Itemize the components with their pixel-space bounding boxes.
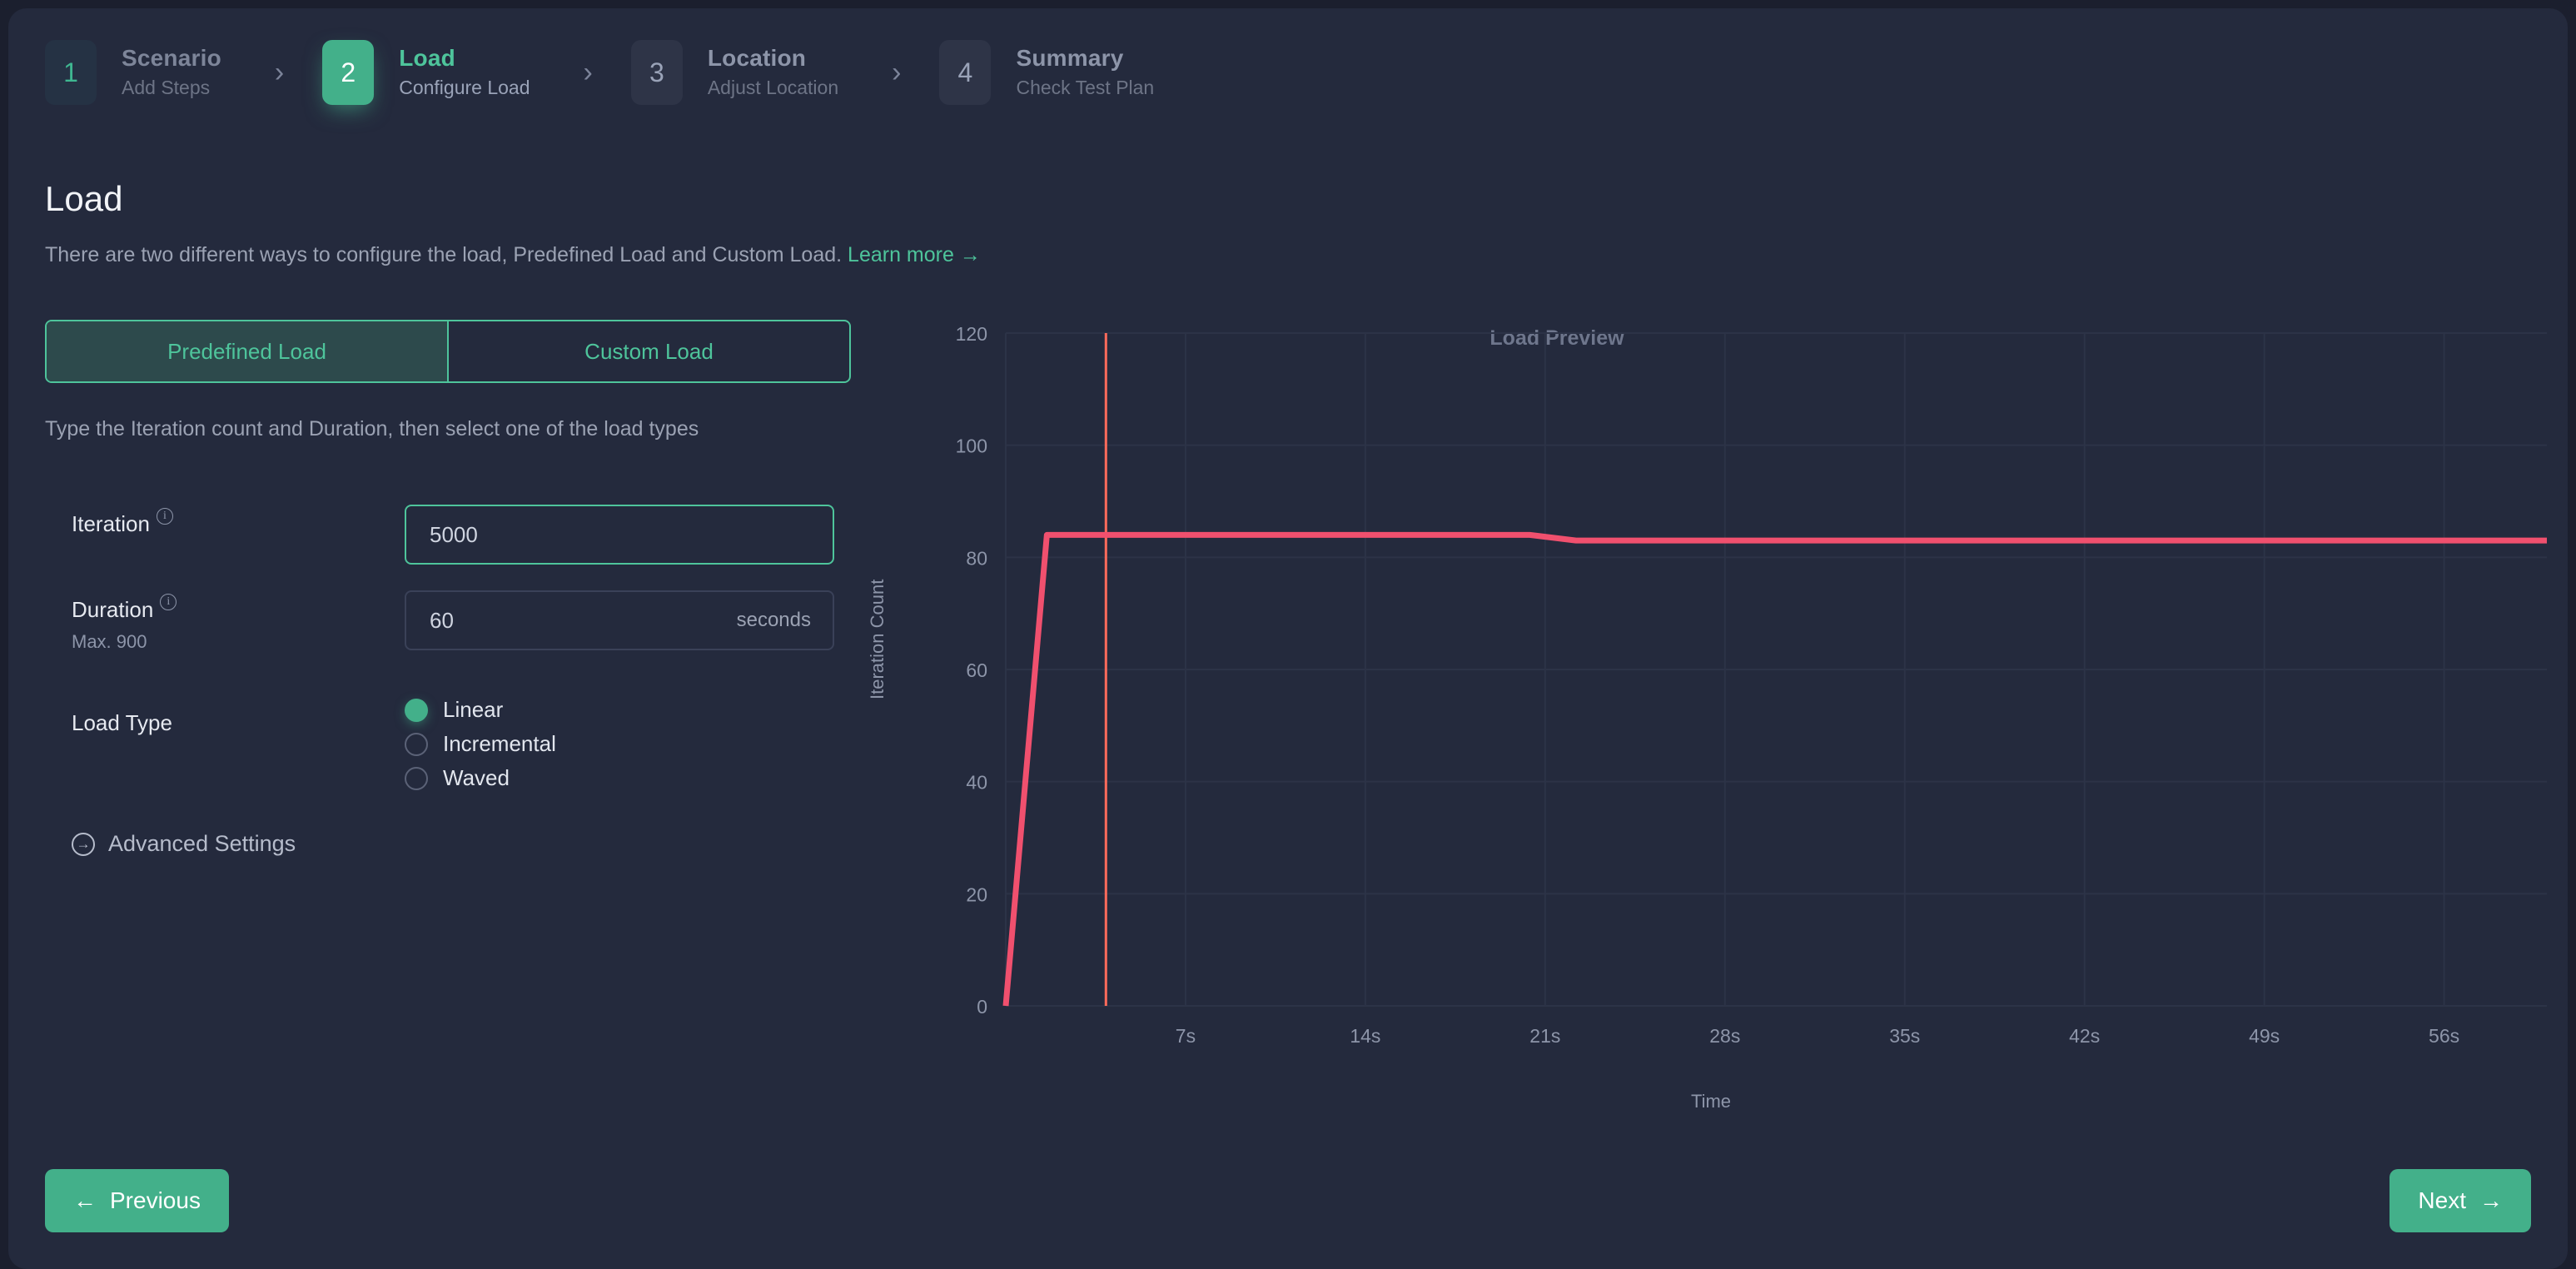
radio-linear[interactable]: Linear bbox=[405, 697, 556, 723]
duration-label-text: Duration bbox=[72, 597, 153, 623]
step-summary-subtitle: Check Test Plan bbox=[1016, 75, 1154, 101]
advanced-settings-toggle[interactable]: → Advanced Settings bbox=[72, 831, 296, 857]
radio-incremental-label: Incremental bbox=[443, 731, 556, 757]
next-button[interactable]: Next → bbox=[2390, 1169, 2531, 1232]
chart-canvas: 0 20 40 60 80 100 120 7s 14s 21s 28s 35s 42s 49s 56s bbox=[874, 325, 2548, 1074]
svg-text:28s: 28s bbox=[1709, 1025, 1740, 1047]
iteration-label-text: Iteration bbox=[72, 511, 150, 537]
iteration-input[interactable] bbox=[405, 505, 834, 565]
arrow-left-icon: ← bbox=[73, 1187, 97, 1214]
step-load-title: Load bbox=[399, 43, 530, 72]
app-panel: 1 Scenario Add Steps › 2 Load Configure … bbox=[8, 8, 2568, 1269]
learn-more-link[interactable]: Learn more → bbox=[848, 243, 981, 266]
load-preview-chart: Load Preview Iteration Count Time 020406… bbox=[874, 325, 2548, 1107]
duration-max-hint: Max. 900 bbox=[72, 631, 405, 653]
info-icon-duration[interactable]: i bbox=[160, 594, 177, 610]
svg-text:0: 0 bbox=[977, 996, 987, 1018]
step-scenario-texts: Scenario Add Steps bbox=[122, 43, 221, 101]
form-hint: Type the Iteration count and Duration, t… bbox=[45, 413, 819, 445]
step-load[interactable]: 2 Load Configure Load bbox=[322, 40, 530, 105]
iteration-field-row: Iteration i bbox=[72, 505, 834, 565]
step-location[interactable]: 3 Location Adjust Location bbox=[631, 40, 838, 105]
previous-button[interactable]: ← Previous bbox=[45, 1169, 229, 1232]
step-location-texts: Location Adjust Location bbox=[708, 43, 838, 101]
load-type-label: Load Type bbox=[72, 710, 405, 736]
arrow-right-icon: → bbox=[2479, 1187, 2503, 1214]
svg-text:49s: 49s bbox=[2249, 1025, 2280, 1047]
iteration-input-wrap bbox=[405, 505, 834, 565]
radio-incremental-dot[interactable] bbox=[405, 733, 428, 756]
arrow-right-circle-icon: → bbox=[72, 833, 95, 856]
duration-label: Duration i bbox=[72, 597, 405, 623]
svg-text:42s: 42s bbox=[2069, 1025, 2100, 1047]
step-summary[interactable]: 4 Summary Check Test Plan bbox=[939, 40, 1154, 105]
iteration-label-wrap: Iteration i bbox=[72, 505, 405, 537]
step-scenario-title: Scenario bbox=[122, 43, 221, 72]
wizard-stepper: 1 Scenario Add Steps › 2 Load Configure … bbox=[45, 38, 1154, 107]
radio-waved[interactable]: Waved bbox=[405, 765, 556, 791]
duration-input[interactable] bbox=[405, 590, 834, 650]
load-mode-tabs: Predefined Load Custom Load bbox=[45, 320, 851, 383]
page-description: There are two different ways to configur… bbox=[45, 243, 981, 267]
duration-label-wrap: Duration i Max. 900 bbox=[72, 590, 405, 653]
step-location-badge: 3 bbox=[631, 40, 683, 105]
step-scenario[interactable]: 1 Scenario Add Steps bbox=[45, 40, 221, 105]
page-description-text: There are two different ways to configur… bbox=[45, 243, 842, 266]
step-summary-title: Summary bbox=[1016, 43, 1154, 72]
load-config-form: Predefined Load Custom Load Type the Ite… bbox=[45, 320, 857, 445]
svg-text:40: 40 bbox=[966, 772, 987, 794]
tab-predefined-load[interactable]: Predefined Load bbox=[47, 321, 447, 381]
step-location-subtitle: Adjust Location bbox=[708, 75, 838, 101]
step-load-subtitle: Configure Load bbox=[399, 75, 530, 101]
step-load-badge: 2 bbox=[322, 40, 374, 105]
radio-linear-dot[interactable] bbox=[405, 699, 428, 722]
radio-waved-dot[interactable] bbox=[405, 767, 428, 790]
svg-text:20: 20 bbox=[966, 883, 987, 905]
step-location-title: Location bbox=[708, 43, 838, 72]
radio-waved-label: Waved bbox=[443, 765, 510, 791]
iteration-label: Iteration i bbox=[72, 511, 405, 537]
svg-text:14s: 14s bbox=[1350, 1025, 1380, 1047]
step-summary-texts: Summary Check Test Plan bbox=[1016, 43, 1154, 101]
step-scenario-badge: 1 bbox=[45, 40, 97, 105]
load-type-radio-group: Linear Incremental Waved bbox=[405, 697, 556, 791]
step-scenario-subtitle: Add Steps bbox=[122, 75, 221, 101]
info-icon-iteration[interactable]: i bbox=[157, 508, 173, 525]
svg-text:60: 60 bbox=[966, 659, 987, 681]
svg-text:21s: 21s bbox=[1529, 1025, 1560, 1047]
chart-x-axis-title: Time bbox=[874, 1091, 2548, 1112]
svg-text:80: 80 bbox=[966, 547, 987, 569]
next-button-label: Next bbox=[2418, 1187, 2466, 1214]
svg-text:56s: 56s bbox=[2429, 1025, 2459, 1047]
load-type-label-wrap: Load Type bbox=[72, 704, 405, 736]
radio-incremental[interactable]: Incremental bbox=[405, 731, 556, 757]
step-summary-badge: 4 bbox=[939, 40, 991, 105]
previous-button-label: Previous bbox=[110, 1187, 201, 1214]
svg-text:120: 120 bbox=[956, 325, 987, 345]
page-title: Load bbox=[45, 179, 122, 219]
chevron-right-icon-2: › bbox=[584, 58, 593, 87]
chevron-right-icon-1: › bbox=[275, 58, 284, 87]
svg-text:35s: 35s bbox=[1889, 1025, 1920, 1047]
step-load-texts: Load Configure Load bbox=[399, 43, 530, 101]
chevron-right-icon-3: › bbox=[892, 58, 901, 87]
svg-text:7s: 7s bbox=[1176, 1025, 1196, 1047]
radio-linear-label: Linear bbox=[443, 697, 503, 723]
tab-custom-load[interactable]: Custom Load bbox=[449, 321, 849, 381]
duration-field-row: Duration i Max. 900 seconds bbox=[72, 590, 834, 653]
svg-text:100: 100 bbox=[956, 435, 987, 457]
advanced-settings-label: Advanced Settings bbox=[108, 831, 296, 857]
load-type-row: Load Type Linear Incremental Waved bbox=[72, 704, 556, 791]
duration-input-wrap: seconds bbox=[405, 590, 834, 650]
